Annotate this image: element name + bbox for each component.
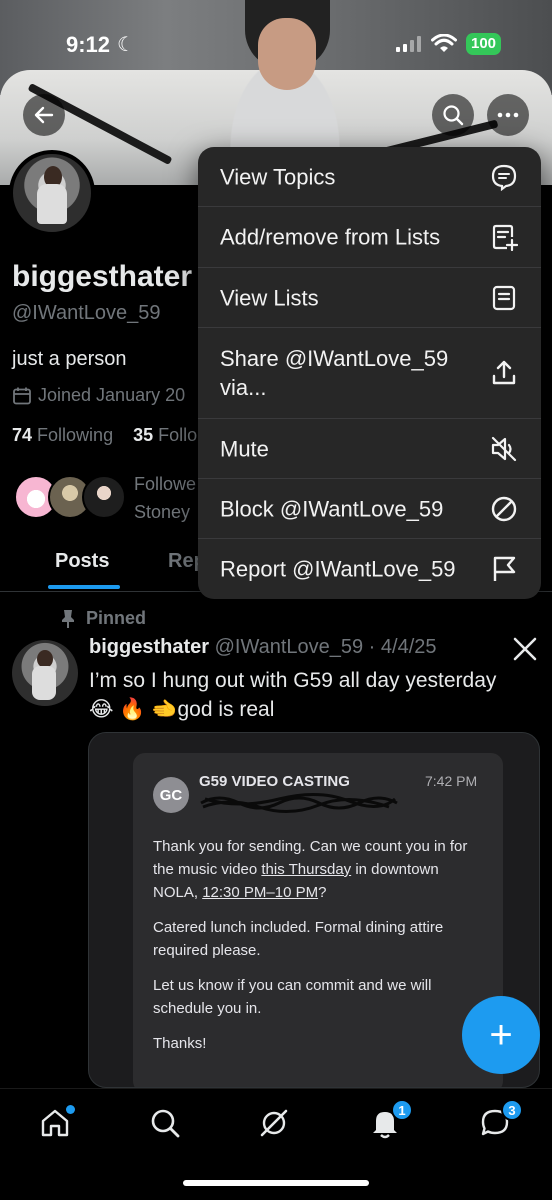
message-paragraph-4: Thanks!	[153, 1035, 207, 1052]
home-notification-dot	[66, 1105, 75, 1114]
following-link[interactable]: 74 Following	[12, 425, 113, 445]
post-text: I’m so I hung out with G59 all day yeste…	[89, 666, 539, 724]
followed-by-text[interactable]: Followe Stoney	[134, 470, 196, 526]
follow-counts: 74 Following 35 Follo	[12, 425, 197, 446]
followed-by-line-2: Stoney	[134, 502, 191, 522]
tab-posts[interactable]: Posts	[55, 550, 109, 573]
message-body: Thank you for sending. Can we count you …	[153, 835, 483, 1067]
more-dots-icon	[497, 112, 519, 118]
menu-item-share[interactable]: Share @IWantLove_59 via...	[198, 328, 541, 419]
profile-handle: @IWantLove_59	[12, 302, 161, 324]
lists-icon	[489, 283, 519, 313]
follower-avatar	[82, 475, 126, 519]
profile-avatar[interactable]	[9, 150, 95, 236]
more-options-button[interactable]	[487, 94, 529, 136]
sender-avatar: GC	[153, 777, 189, 813]
block-icon	[489, 494, 519, 524]
avatar-body	[32, 666, 56, 700]
joined-date: Joined January 20	[12, 385, 185, 406]
message-paragraph-3: Let us know if you can commit and we wil…	[153, 977, 432, 1017]
menu-item-label: Block @IWantLove_59	[220, 496, 444, 521]
post-author-avatar[interactable]	[12, 640, 78, 706]
following-count: 74	[12, 425, 33, 445]
nav-messages[interactable]: 3	[475, 1099, 523, 1143]
menu-item-label: Report @IWantLove_59	[220, 556, 456, 582]
joined-text: Joined January 20	[38, 385, 186, 405]
redaction-scribble	[200, 792, 398, 813]
compose-button[interactable]: +	[462, 996, 540, 1074]
menu-item-block[interactable]: Block @IWantLove_59	[198, 479, 541, 539]
message-paragraph-1: Thank you for sending. Can we count you …	[153, 835, 483, 904]
message-paragraph-2: Catered lunch included. Formal dining at…	[153, 919, 444, 959]
status-bar: 9:12 ☾ 100	[0, 28, 552, 62]
search-icon	[151, 1109, 180, 1138]
back-button[interactable]	[23, 94, 65, 136]
followers-label: Follo	[158, 425, 198, 445]
following-label: Following	[37, 425, 114, 445]
home-indicator	[183, 1180, 369, 1186]
msg-time-link: 12:30 PM–10 PM	[202, 884, 319, 901]
topics-icon	[489, 162, 519, 192]
menu-item-label: View Topics	[220, 164, 336, 189]
grok-icon	[260, 1109, 288, 1137]
msg-text: ?	[318, 884, 327, 901]
pin-icon	[62, 609, 74, 628]
message-screenshot: GC G59 VIDEO CASTING 7:42 PM Thank you f…	[133, 753, 503, 1087]
profile-overflow-menu: View Topics Add/remove from Lists View L…	[198, 147, 541, 599]
avatar-body	[37, 184, 67, 224]
followed-by-line-1: Followe	[134, 474, 197, 494]
x-logo-icon	[512, 636, 538, 669]
profile-name: biggesthater	[12, 260, 193, 293]
wifi-icon	[431, 34, 457, 52]
back-arrow-icon	[34, 106, 54, 124]
post-header: biggesthater @IWantLove_59 · 4/4/25	[89, 636, 437, 659]
nav-home[interactable]	[35, 1103, 75, 1143]
search-button[interactable]	[432, 94, 474, 136]
battery-indicator: 100	[466, 33, 502, 55]
profile-bio: just a person	[12, 348, 127, 370]
message-time: 7:42 PM	[425, 773, 478, 789]
followers-link[interactable]: 35 Follo	[133, 425, 197, 445]
messages-badge: 3	[501, 1099, 523, 1121]
menu-item-mute[interactable]: Mute	[198, 419, 541, 479]
followers-count: 35	[133, 425, 154, 445]
nav-grok[interactable]	[254, 1103, 294, 1143]
menu-item-view-lists[interactable]: View Lists	[198, 268, 541, 328]
menu-item-add-remove-lists[interactable]: Add/remove from Lists	[198, 207, 541, 268]
menu-item-view-topics[interactable]: View Topics	[198, 147, 541, 207]
moon-icon: ☾	[117, 34, 135, 56]
search-icon	[443, 105, 464, 126]
calendar-icon	[13, 387, 31, 404]
pinned-indicator: Pinned	[60, 608, 146, 629]
post-text-line-2: 😂 🔥 🫲god is real	[89, 698, 275, 721]
menu-item-label: Add/remove from Lists	[220, 224, 441, 250]
pinned-label: Pinned	[86, 608, 147, 628]
mute-icon	[489, 434, 519, 464]
post-author-handle-date: @IWantLove_59 · 4/4/25	[214, 636, 437, 658]
status-time: 9:12	[66, 32, 111, 57]
list-add-icon	[489, 222, 519, 252]
post-text-line-1: I’m so I hung out with G59 all day yeste…	[89, 669, 497, 692]
sender-name: G59 VIDEO CASTING	[199, 773, 350, 790]
active-tab-indicator	[48, 585, 120, 589]
flag-icon	[489, 554, 519, 584]
menu-item-label: View Lists	[220, 285, 319, 310]
notifications-badge: 1	[391, 1099, 413, 1121]
cellular-signal-icon	[396, 36, 421, 52]
menu-item-report[interactable]: Report @IWantLove_59	[198, 539, 541, 599]
msg-date-link: this Thursday	[261, 861, 352, 878]
menu-item-label: Mute	[220, 436, 269, 461]
nav-notifications[interactable]: 1	[365, 1099, 413, 1143]
post-author-name[interactable]: biggesthater	[89, 636, 209, 658]
menu-item-label: Share @IWantLove_59 via...	[220, 346, 449, 400]
share-icon	[489, 358, 519, 388]
nav-search[interactable]	[145, 1103, 185, 1143]
